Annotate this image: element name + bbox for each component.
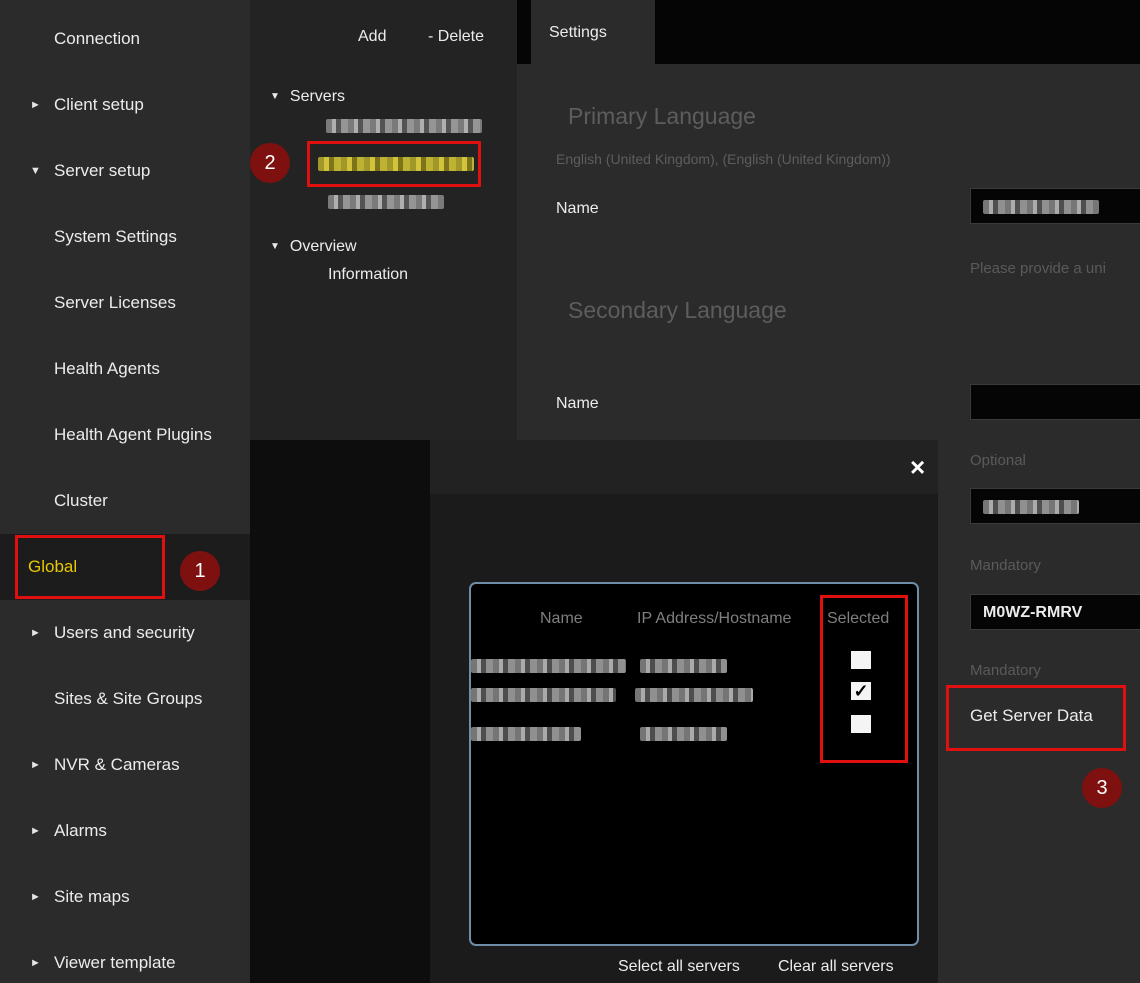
name-label: Name [556,200,599,217]
sidebar-item-users-and-security[interactable]: ► Users and security [0,600,250,666]
sidebar-item-label: Viewer template [54,953,176,972]
mandatory-label: Mandatory [970,662,1041,679]
sidebar-item-label: Health Agents [54,359,160,378]
sidebar-item-cluster[interactable]: Cluster [0,468,250,534]
server-name-redacted [471,659,626,673]
tree-node-overview[interactable]: ▼ Overview [270,238,357,256]
expand-arrow-icon: ► [30,825,41,837]
expand-arrow-icon: ► [30,957,41,969]
sidebar-item-server-setup[interactable]: ▼ Server setup [0,138,250,204]
sidebar-item-label: NVR & Cameras [54,755,180,774]
sidebar-item-health-agents[interactable]: Health Agents [0,336,250,402]
expand-arrow-icon: ► [30,99,41,111]
column-header-name: Name [540,610,583,627]
tree-node-label: Servers [289,88,346,105]
sidebar-item-label: Alarms [54,821,107,840]
sidebar-item-label: System Settings [54,227,177,246]
annotation-badge: 1 [180,551,220,591]
sidebar-item-label: Health Agent Plugins [54,425,212,444]
secondary-language-heading: Secondary Language [568,297,787,323]
name-hint: Please provide a uni [970,260,1106,277]
primary-language-value: English (United Kingdom), (English (Unit… [556,151,891,167]
secondary-name-field[interactable] [970,384,1140,420]
sidebar-item-site-maps[interactable]: ► Site maps [0,864,250,930]
sidebar-item-label: Sites & Site Groups [54,689,203,708]
sidebar-item-viewer-template[interactable]: ► Viewer template [0,930,250,983]
sidebar-item-label: Users and security [54,623,195,642]
tree-node-label: Overview [289,238,357,255]
sidebar-item-system-settings[interactable]: System Settings [0,204,250,270]
optional-label: Optional [970,452,1026,469]
sidebar-item-label: Global [28,557,78,576]
server-selection-list [469,582,919,946]
sidebar: Connection ► Client setup ▼ Server setup… [0,0,250,983]
license-code-field[interactable]: M0WZ-RMRV [970,594,1140,630]
sidebar-item-alarms[interactable]: ► Alarms [0,798,250,864]
sidebar-item-label: Server setup [54,161,151,180]
tree-node-servers[interactable]: ▼ Servers [270,88,345,106]
sidebar-item-label: Server Licenses [54,293,176,312]
server-address-redacted [640,659,727,673]
clear-all-servers-link[interactable]: Clear all servers [778,958,894,976]
mandatory-label: Mandatory [970,557,1041,574]
optional-value-redacted [983,500,1079,514]
expand-arrow-icon: ► [30,891,41,903]
sidebar-item-label: Site maps [54,887,130,906]
expand-arrow-icon: ► [30,759,41,771]
sidebar-item-nvr-and-cameras[interactable]: ► NVR & Cameras [0,732,250,798]
server-name-redacted [471,727,581,741]
collapse-arrow-icon: ▼ [30,165,41,177]
sidebar-item-client-setup[interactable]: ► Client setup [0,72,250,138]
tab-settings[interactable]: Settings [531,0,655,64]
server-row-checkbox[interactable] [851,715,871,733]
server-row-checkbox[interactable]: ✓ [851,682,871,700]
server-address-redacted [640,727,727,741]
optional-field[interactable] [970,488,1140,524]
primary-language-heading: Primary Language [568,103,756,129]
server-tree-pane [250,0,517,440]
server-row-checkbox[interactable] [851,651,871,669]
dialog-header [430,440,938,494]
collapse-caret-icon: ▼ [270,241,280,252]
collapse-caret-icon: ▼ [270,91,280,102]
sidebar-item-label: Cluster [54,491,108,510]
server-item-redacted[interactable] [328,195,444,209]
expand-arrow-icon: ► [30,627,41,639]
secondary-name-label: Name [556,395,599,412]
add-button[interactable]: Add [358,28,386,46]
delete-button[interactable]: - Delete [428,28,484,46]
tree-node-information[interactable]: Information [328,266,408,284]
license-code-value: M0WZ-RMRV [983,604,1083,621]
sidebar-item-connection[interactable]: Connection [0,6,250,72]
column-header-ip-address: IP Address/Hostname [637,610,792,627]
close-icon[interactable]: × [910,452,925,483]
sidebar-item-sites-and-site-groups[interactable]: Sites & Site Groups [0,666,250,732]
select-all-servers-link[interactable]: Select all servers [618,958,740,976]
sidebar-item-server-licenses[interactable]: Server Licenses [0,270,250,336]
server-address-redacted [635,688,753,702]
server-item-redacted[interactable] [326,119,482,133]
annotation-badge: 2 [250,143,290,183]
column-header-selected: Selected [827,610,890,627]
name-value-redacted [983,200,1099,214]
sidebar-item-health-agent-plugins[interactable]: Health Agent Plugins [0,402,250,468]
checkmark-icon: ✓ [853,681,869,701]
server-name-redacted [471,688,616,702]
server-item-redacted-selected[interactable] [318,157,474,171]
sidebar-item-label: Connection [54,29,141,48]
annotation-badge: 3 [1082,768,1122,808]
name-field[interactable] [970,188,1140,224]
sidebar-item-label: Client setup [54,95,144,114]
get-server-data-button[interactable]: Get Server Data [970,706,1093,726]
